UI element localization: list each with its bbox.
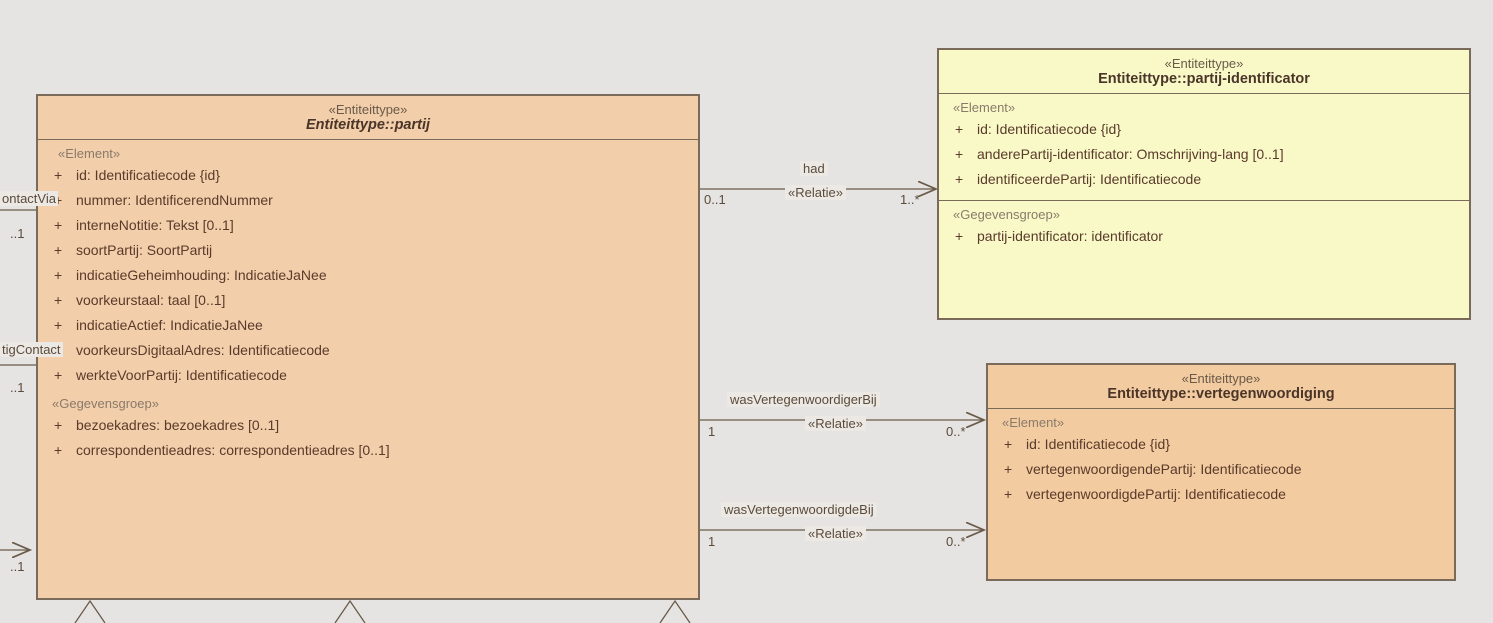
entity-partij: «Entiteittype» Entiteittype::partij «Ele… xyxy=(36,94,700,600)
attr-row: +nummer: IdentificerendNummer xyxy=(52,188,686,213)
entity-partij-identificator: «Entiteittype» Entiteittype::partij-iden… xyxy=(937,48,1471,320)
mult-had-left: 0..1 xyxy=(704,192,726,207)
attr-row: +werkteVoorPartij: Identificatiecode xyxy=(52,363,686,388)
stereotype-label: «Entiteittype» xyxy=(46,102,690,117)
entity-vertegenwoordiging: «Entiteittype» Entiteittype::vertegenwoo… xyxy=(986,363,1456,581)
mult-had-right: 1..* xyxy=(900,192,920,207)
fragment-contact-via: ontactVia xyxy=(0,191,58,206)
section-label: «Element» xyxy=(1002,415,1442,430)
attr-row: +soortPartij: SoortPartij xyxy=(52,238,686,263)
relation-name-wvdbij: wasVertegenwoordigdeBij xyxy=(721,502,877,517)
section-label: «Element» xyxy=(953,100,1457,115)
attr-row: +indicatieGeheimhouding: IndicatieJaNee xyxy=(52,263,686,288)
attr-row: +id: Identificatiecode {id} xyxy=(953,117,1457,142)
attr-row: +identificeerdePartij: Identificatiecode xyxy=(953,167,1457,192)
entity-header: «Entiteittype» Entiteittype::vertegenwoo… xyxy=(988,365,1454,409)
fragment-tig-contact: tigContact xyxy=(0,342,63,357)
relation-stereotype: «Relatie» xyxy=(805,416,866,431)
attr-row: +id: Identificatiecode {id} xyxy=(1002,432,1442,457)
relation-name-had: had xyxy=(800,161,828,176)
attr-row: +partij-identificator: identificator xyxy=(953,224,1457,249)
section-label: «Element» xyxy=(52,146,686,161)
mult-wvdbij-right: 0..* xyxy=(946,534,966,549)
stereotype-label: «Entiteittype» xyxy=(947,56,1461,71)
mult-wvdbij-left: 1 xyxy=(708,534,715,549)
fragment-contact-via-mult: ..1 xyxy=(10,226,24,241)
mult-wvbij-right: 0..* xyxy=(946,424,966,439)
attr-row: +bezoekadres: bezoekadres [0..1] xyxy=(52,413,686,438)
entity-name: Entiteittype::partij xyxy=(46,117,690,133)
entity-header: «Entiteittype» Entiteittype::partij-iden… xyxy=(939,50,1469,94)
entity-header: «Entiteittype» Entiteittype::partij xyxy=(38,96,698,140)
stereotype-label: «Entiteittype» xyxy=(996,371,1446,386)
attr-row: +indicatieActief: IndicatieJaNee xyxy=(52,313,686,338)
element-section: «Element» +id: Identificatiecode {id} +v… xyxy=(988,409,1454,515)
attr-row: +anderePartij-identificator: Omschrijvin… xyxy=(953,142,1457,167)
attr-row: +id: Identificatiecode {id} xyxy=(52,163,686,188)
mult-wvbij-left: 1 xyxy=(708,424,715,439)
group-section: «Gegevensgroep» +partij-identificator: i… xyxy=(939,201,1469,257)
relation-name-wvbij: wasVertegenwoordigerBij xyxy=(727,392,880,407)
section-label: «Gegevensgroep» xyxy=(52,396,686,411)
fragment-tig-contact-mult: ..1 xyxy=(10,380,24,395)
fragment-left-mult: ..1 xyxy=(10,559,24,574)
attr-row: +voorkeursDigitaalAdres: Identificatieco… xyxy=(52,338,686,363)
entity-name: Entiteittype::partij-identificator xyxy=(947,71,1461,87)
attr-row: +vertegenwoordigdePartij: Identificatiec… xyxy=(1002,482,1442,507)
attr-row: +correspondentieadres: correspondentiead… xyxy=(52,438,686,463)
relation-stereotype: «Relatie» xyxy=(785,185,846,200)
section-label: «Gegevensgroep» xyxy=(953,207,1457,222)
attr-row: +vertegenwoordigendePartij: Identificati… xyxy=(1002,457,1442,482)
element-section: «Element» +id: Identificatiecode {id} +n… xyxy=(38,140,698,471)
relation-stereotype: «Relatie» xyxy=(805,526,866,541)
element-section: «Element» +id: Identificatiecode {id} +a… xyxy=(939,94,1469,200)
entity-name: Entiteittype::vertegenwoordiging xyxy=(996,386,1446,402)
attr-row: +voorkeurstaal: taal [0..1] xyxy=(52,288,686,313)
attr-row: +interneNotitie: Tekst [0..1] xyxy=(52,213,686,238)
